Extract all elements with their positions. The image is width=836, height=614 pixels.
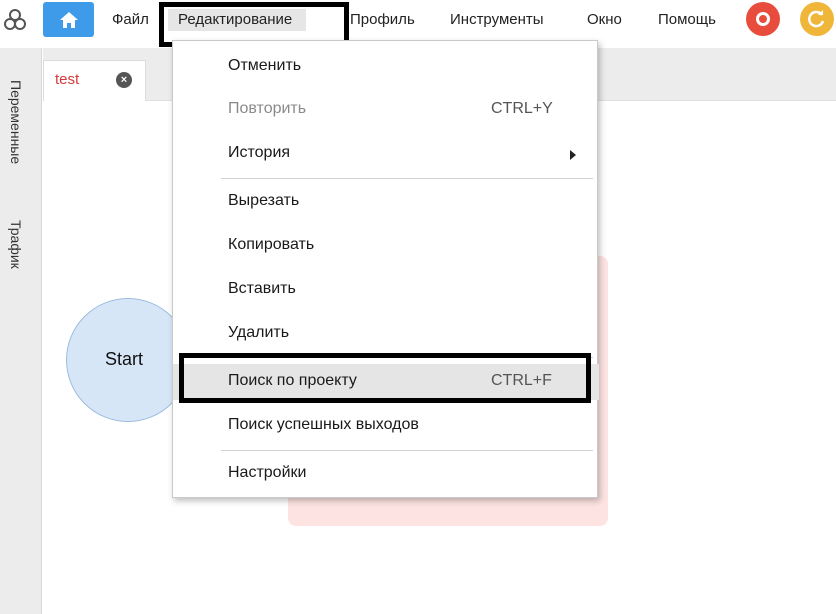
submenu-arrow-icon xyxy=(570,150,576,160)
menu-item-delete[interactable]: Удалить xyxy=(173,316,599,352)
menu-item-copy[interactable]: Копировать xyxy=(173,228,599,264)
home-button[interactable] xyxy=(43,2,94,37)
menu-item-label: Повторить xyxy=(228,100,307,117)
refresh-icon xyxy=(808,10,825,28)
menu-window[interactable]: Окно xyxy=(587,9,622,31)
refresh-button[interactable] xyxy=(800,2,834,36)
menu-item-label: Отменить xyxy=(228,57,302,74)
app-logo-icon[interactable] xyxy=(2,7,28,33)
menu-item-label: Удалить xyxy=(228,324,290,341)
tab-test[interactable]: test × xyxy=(43,60,146,102)
menu-item-undo[interactable]: Отменить xyxy=(173,49,599,85)
menu-separator xyxy=(221,178,593,179)
edit-dropdown-menu: Отменить Повторить CTRL+Y История Выреза… xyxy=(172,40,599,498)
menu-profile[interactable]: Профиль xyxy=(350,9,415,31)
menu-item-label: Вырезать xyxy=(228,192,300,209)
menu-item-label: Поиск успешных выходов xyxy=(228,416,419,433)
menu-file[interactable]: Файл xyxy=(112,9,149,31)
menu-item-history[interactable]: История xyxy=(173,136,599,172)
sidebar-tab-traffic[interactable]: Трафик xyxy=(8,220,24,269)
start-node-label: Start xyxy=(105,349,144,369)
menu-item-search-success-exits[interactable]: Поиск успешных выходов xyxy=(173,408,599,444)
menu-bar: Файл Редактирование Профиль Инструменты … xyxy=(0,0,836,40)
menu-item-settings[interactable]: Настройки xyxy=(173,456,599,492)
menu-item-label: Копировать xyxy=(228,236,315,253)
menu-help[interactable]: Помощь xyxy=(658,9,716,31)
tab-label: test xyxy=(55,71,80,88)
menu-separator xyxy=(221,450,593,451)
record-icon xyxy=(756,12,770,26)
annotation-box-search-project xyxy=(179,353,591,403)
menu-item-label: История xyxy=(228,144,291,161)
menu-item-redo[interactable]: Повторить CTRL+Y xyxy=(173,92,599,128)
sidebar-tab-variables[interactable]: Переменные xyxy=(8,80,24,164)
record-button[interactable] xyxy=(746,2,780,36)
menu-item-label: Настройки xyxy=(228,464,307,481)
menu-item-label: Вставить xyxy=(228,280,296,297)
menu-item-shortcut: CTRL+Y xyxy=(491,100,553,117)
home-icon xyxy=(59,11,78,28)
close-icon[interactable]: × xyxy=(116,72,132,88)
left-sidebar: Переменные Трафик xyxy=(0,48,42,614)
menu-item-paste[interactable]: Вставить xyxy=(173,272,599,308)
menu-item-cut[interactable]: Вырезать xyxy=(173,184,599,220)
menu-tools[interactable]: Инструменты xyxy=(450,9,544,31)
